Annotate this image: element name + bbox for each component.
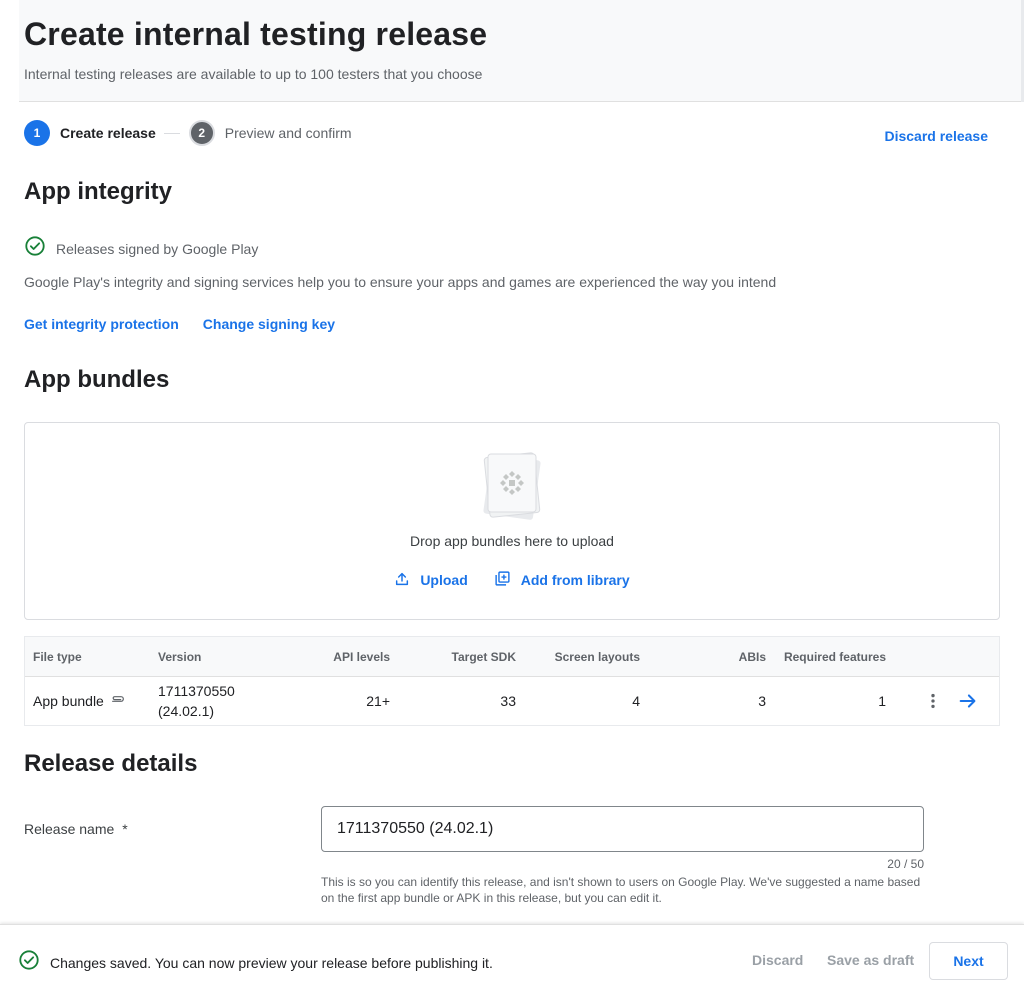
- step-1-label: Create release: [60, 125, 156, 141]
- step-2-label[interactable]: Preview and confirm: [225, 125, 352, 141]
- file-type-text: App bundle: [33, 693, 104, 709]
- column-header-version: Version: [158, 649, 202, 664]
- screen-layouts-cell: 4: [632, 693, 640, 709]
- version-cell: 1711370550 (24.02.1): [158, 677, 235, 725]
- add-to-library-icon: [494, 570, 521, 590]
- integrity-links: Get integrity protection Change signing …: [24, 316, 335, 332]
- signing-status-text: Releases signed by Google Play: [56, 240, 259, 257]
- release-name-input[interactable]: [321, 806, 924, 852]
- discard-release-button[interactable]: Discard release: [884, 128, 988, 144]
- bundle-dropzone[interactable]: Drop app bundles here to upload Upload A…: [24, 422, 1000, 620]
- integrity-description: Google Play's integrity and signing serv…: [24, 274, 777, 290]
- column-header-file-type: File type: [33, 649, 82, 664]
- save-as-draft-button[interactable]: Save as draft: [827, 952, 914, 968]
- change-signing-key-link[interactable]: Change signing key: [203, 316, 335, 332]
- bundles-table: File type Version API levels Target SDK …: [24, 636, 1000, 726]
- column-header-screen-layouts: Screen layouts: [554, 649, 640, 664]
- version-code: 1711370550: [158, 683, 235, 699]
- page-header: Create internal testing release Internal…: [19, 0, 1021, 102]
- arrow-forward-icon[interactable]: [957, 677, 979, 725]
- api-levels-cell: 21+: [366, 693, 390, 709]
- column-header-required-features: Required features: [783, 649, 886, 664]
- required-marker: *: [122, 821, 128, 837]
- save-status-text: Changes saved. You can now preview your …: [50, 954, 493, 971]
- app-bundles-title: App bundles: [24, 366, 170, 393]
- table-header: File type Version API levels Target SDK …: [25, 637, 999, 677]
- table-row[interactable]: App bundle 1711370550 (24.02.1) 21+ 33 4…: [25, 677, 999, 725]
- column-header-target-sdk: Target SDK: [451, 649, 516, 664]
- app-integrity-title: App integrity: [24, 178, 172, 205]
- column-header-abis: ABIs: [738, 649, 766, 664]
- check-circle-icon: [24, 235, 46, 262]
- release-stepper: 1 Create release 2 Preview and confirm: [24, 119, 352, 147]
- step-2-number: 2: [188, 120, 215, 146]
- target-sdk-cell: 33: [500, 693, 516, 709]
- paperclip-icon: [110, 693, 126, 709]
- required-features-cell: 1: [878, 693, 886, 709]
- upload-label: Upload: [420, 572, 468, 588]
- release-name-label: Release name *: [24, 821, 128, 837]
- abis-cell: 3: [758, 693, 766, 709]
- check-circle-icon: [18, 949, 40, 976]
- add-from-library-label: Add from library: [520, 572, 630, 588]
- release-details-title: Release details: [24, 750, 198, 777]
- page-subtitle: Internal testing releases are available …: [24, 66, 483, 82]
- column-header-api-levels: API levels: [333, 649, 390, 664]
- version-name: (24.02.1): [158, 703, 215, 719]
- step-separator: [163, 132, 180, 134]
- upload-icon: [394, 571, 420, 590]
- upload-button[interactable]: Upload: [394, 570, 468, 590]
- get-integrity-protection-link[interactable]: Get integrity protection: [24, 316, 179, 332]
- release-name-helper: This is so you can identify this release…: [321, 875, 921, 905]
- page-title: Create internal testing release: [24, 16, 488, 52]
- file-type-cell: App bundle: [33, 677, 126, 725]
- upload-actions: Upload Add from library: [25, 570, 999, 590]
- save-status: Changes saved. You can now preview your …: [18, 949, 493, 976]
- signing-status: Releases signed by Google Play: [24, 235, 258, 262]
- release-name-label-text: Release name: [24, 821, 115, 837]
- more-vert-icon[interactable]: [923, 677, 943, 725]
- add-from-library-button[interactable]: Add from library: [494, 570, 630, 590]
- drop-instruction: Drop app bundles here to upload: [410, 533, 614, 549]
- action-footer: Changes saved. You can now preview your …: [0, 924, 1024, 993]
- next-button[interactable]: Next: [929, 942, 1008, 980]
- app-bundle-illustration-icon: [481, 451, 543, 521]
- step-1-number: 1: [24, 120, 50, 146]
- character-counter: 20 / 50: [887, 857, 924, 871]
- discard-button[interactable]: Discard: [752, 952, 803, 968]
